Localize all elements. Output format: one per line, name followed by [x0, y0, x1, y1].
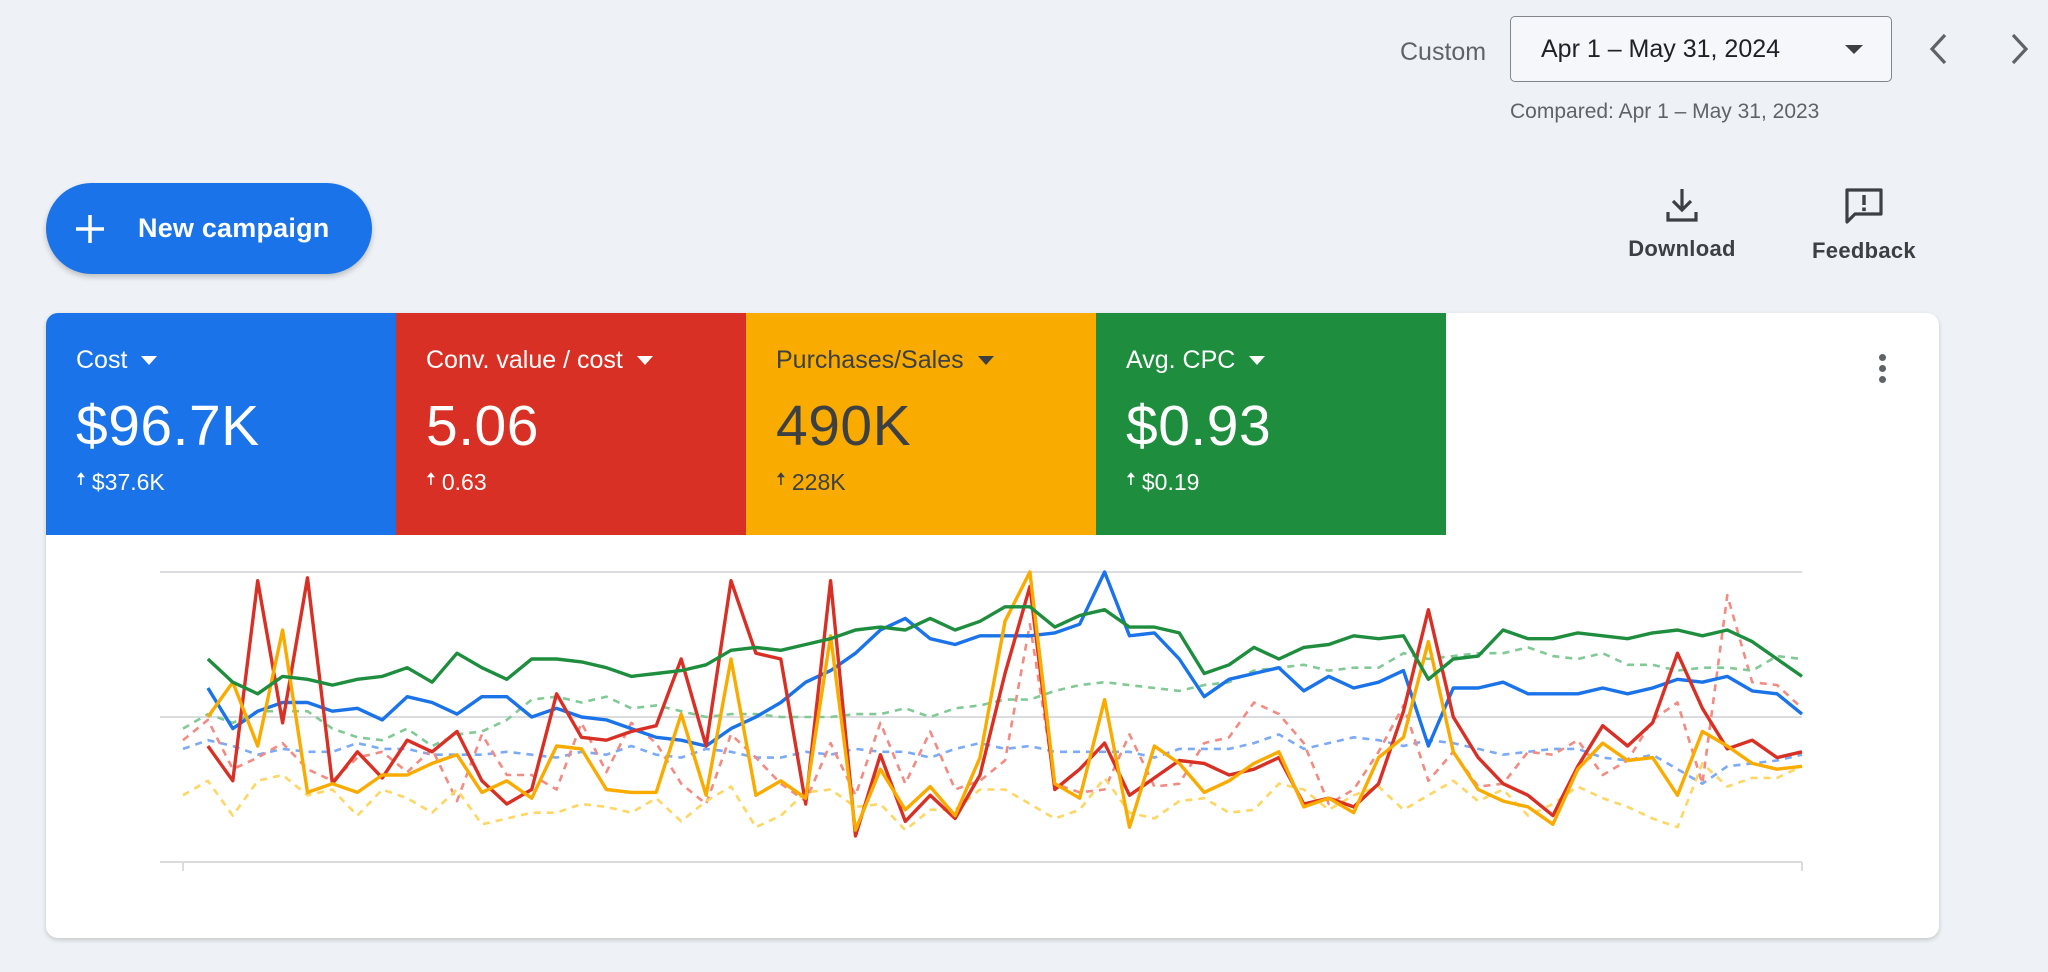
performance-card: Cost $96.7K 🠅 $37.6K Conv. value / cost 5…	[46, 313, 1939, 938]
series-line-cost	[206, 570, 1804, 748]
series-line-conv-value-cost	[206, 576, 1803, 838]
series-line-purchases-sales-compared	[182, 762, 1803, 832]
next-period-button[interactable]	[1994, 24, 2044, 74]
plus-icon	[76, 214, 104, 243]
download-button[interactable]: Download	[1602, 186, 1762, 276]
date-range-label: Custom	[1400, 38, 1487, 66]
download-icon	[1666, 189, 1698, 222]
date-range-value: Apr 1 – May 31, 2024	[1541, 34, 1781, 63]
performance-line-chart	[160, 570, 1804, 871]
comparison-range: Compared: Apr 1 – May 31, 2023	[1510, 100, 1820, 123]
date-range-picker[interactable]: Apr 1 – May 31, 2024	[1510, 16, 1892, 82]
chevron-right-icon	[2011, 33, 2029, 65]
feedback-button[interactable]: Feedback	[1784, 186, 1944, 276]
download-label: Download	[1628, 236, 1736, 261]
series-line-purchases-sales	[206, 570, 1803, 832]
chevron-left-icon	[1929, 33, 1947, 65]
dropdown-caret-icon	[1845, 44, 1863, 54]
new-campaign-label: New campaign	[138, 213, 330, 243]
new-campaign-button[interactable]: New campaign	[46, 183, 372, 274]
previous-period-button[interactable]	[1914, 24, 1964, 74]
feedback-label: Feedback	[1812, 238, 1916, 263]
feedback-icon	[1845, 188, 1883, 224]
